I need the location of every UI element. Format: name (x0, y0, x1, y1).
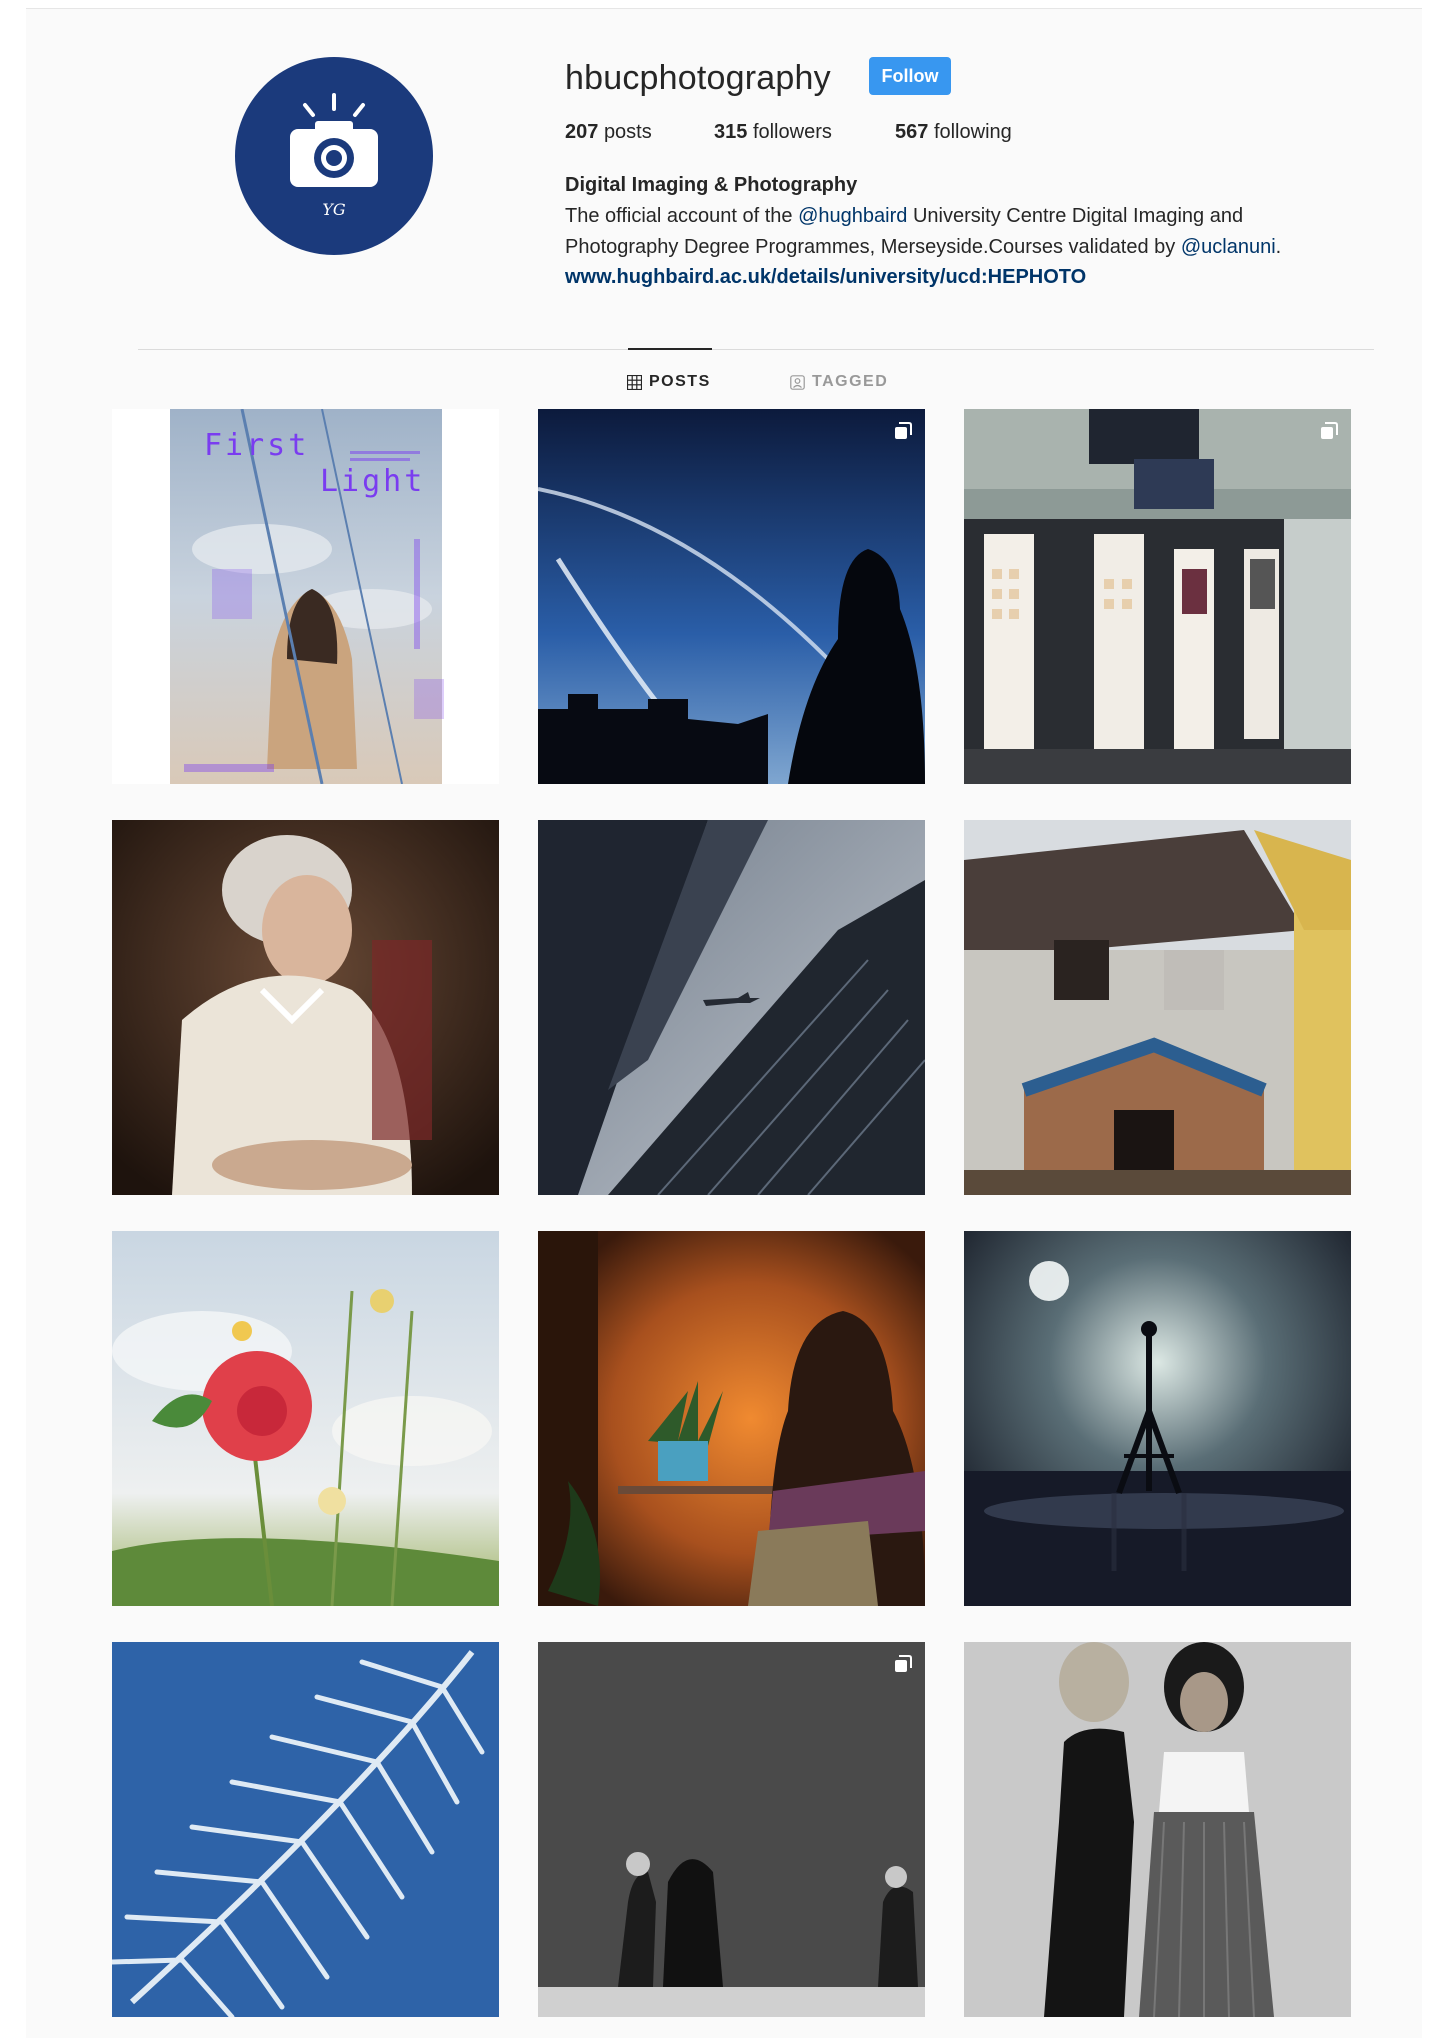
following-count: 567 (895, 121, 929, 143)
tab-posts[interactable]: POSTS (627, 373, 711, 391)
post-image-cyanotype-fern (112, 1642, 499, 2017)
post-tile-8[interactable] (538, 1231, 925, 1606)
post-image-beacon-seascape (964, 1231, 1351, 1606)
poster-title-first: First (204, 428, 309, 463)
profile-website-link[interactable]: www.hughbaird.ac.uk/details/university/u… (565, 266, 1086, 289)
post-image-skyscrapers-plane (538, 820, 925, 1195)
poster-title-light: Light (320, 464, 425, 499)
following-stat[interactable]: 567 following (895, 121, 1012, 144)
profile-username: hbucphotography (565, 59, 831, 97)
profile-full-name: Digital Imaging & Photography (565, 174, 858, 196)
profile-page: YG hbucphotography Follow 207 posts 315 … (26, 8, 1422, 2038)
posts-count-stat: 207 posts (565, 121, 652, 144)
bio-text: . (1275, 236, 1282, 258)
bio-text: University Centre Digital Imaging and (907, 205, 1244, 227)
bio-line-2: Photography Degree Programmes, Merseysid… (565, 236, 1281, 259)
bio-line-1: The official account of the @hughbaird U… (565, 205, 1243, 228)
post-image-red-flower (112, 1231, 499, 1606)
post-tile-11[interactable] (538, 1642, 925, 2017)
post-image-gallery-exterior (964, 409, 1351, 784)
post-image-first-light-poster: First Light (112, 409, 499, 784)
post-tile-10[interactable] (112, 1642, 499, 2017)
tab-tagged[interactable]: TAGGED (790, 373, 888, 391)
tab-tagged-label: TAGGED (812, 373, 889, 390)
posts-count: 207 (565, 121, 599, 143)
multiple-posts-icon (895, 422, 912, 439)
grid-icon (627, 374, 642, 390)
mention-link-uclanuni[interactable]: @uclanuni (1181, 236, 1276, 258)
mention-link-hughbaird[interactable]: @hughbaird (798, 205, 907, 227)
camera-logo-icon: YG (290, 93, 378, 219)
post-image-fashion-portrait (964, 1642, 1351, 2017)
active-tab-indicator (628, 348, 712, 350)
post-tile-6[interactable] (964, 820, 1351, 1195)
bio-text: The official account of the (565, 205, 799, 227)
profile-avatar[interactable]: YG (235, 57, 433, 255)
post-image-burnt-house (964, 820, 1351, 1195)
tab-posts-label: POSTS (649, 373, 711, 390)
post-tile-9[interactable] (964, 1231, 1351, 1606)
followers-count: 315 (714, 121, 748, 143)
following-label: following (933, 121, 1012, 143)
multiple-posts-icon (895, 1655, 912, 1672)
bio-text: Photography Degree Programmes, Merseysid… (565, 236, 1181, 258)
follow-button[interactable]: Follow (869, 57, 951, 95)
posts-label: posts (603, 121, 652, 143)
tagged-person-icon (790, 374, 805, 390)
tabs-divider (138, 349, 1374, 350)
post-image-woman-orange-room (538, 1231, 925, 1606)
post-image-elderly-woman-portrait (112, 820, 499, 1195)
followers-label: followers (752, 121, 832, 143)
post-image-street-shadows (538, 1642, 925, 2017)
post-tile-5[interactable] (538, 820, 925, 1195)
multiple-posts-icon (1321, 422, 1338, 439)
post-tile-1[interactable]: First Light (112, 409, 499, 784)
post-tile-3[interactable] (964, 409, 1351, 784)
post-tile-12[interactable] (964, 1642, 1351, 2017)
post-tile-4[interactable] (112, 820, 499, 1195)
post-image-sky-silhouette (538, 409, 925, 784)
post-tile-2[interactable] (538, 409, 925, 784)
post-tile-7[interactable] (112, 1231, 499, 1606)
followers-stat[interactable]: 315 followers (714, 121, 832, 144)
avatar-monogram: YG (322, 200, 346, 219)
